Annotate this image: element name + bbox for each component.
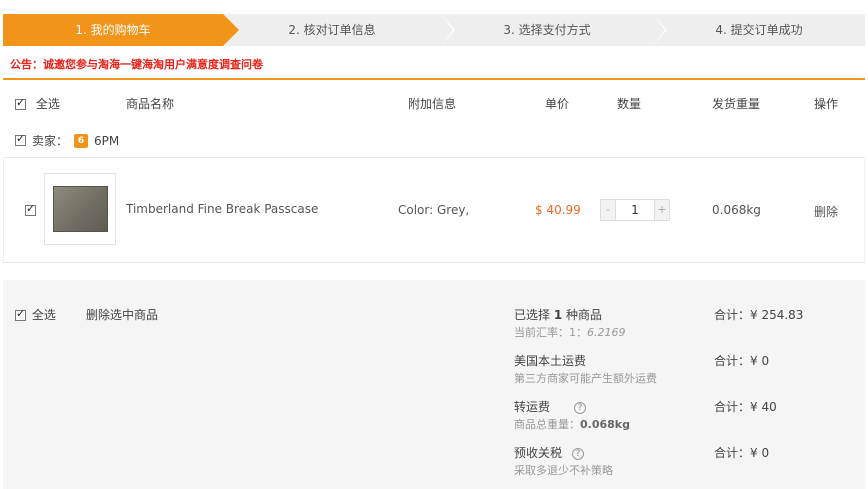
transfer-fee-label: 转运费? (514, 398, 587, 415)
col-qty: 数量 (617, 97, 642, 111)
seller-row: 卖家： 6 6PM (15, 132, 119, 149)
col-price: 单价 (545, 97, 570, 111)
tax-total: 合计：¥ 0 (714, 446, 770, 460)
notice-link[interactable]: 公告：诚邀您参与淘海一键海淘用户满意度调查问卷 (10, 56, 263, 72)
step-submit: 4. 提交订单成功 (653, 14, 865, 46)
checkout-steps: 1. 我的购物车 2. 核对订单信息 3. 选择支付方式 4. 提交订单成功 (3, 14, 865, 46)
selected-prefix: 已选择 (514, 308, 554, 322)
divider (3, 78, 865, 80)
exchange-rate-value: 6.2169 (587, 326, 626, 339)
goods-total: 合计：¥ 254.83 (714, 308, 804, 322)
selected-count-value: 1 (553, 308, 563, 322)
qty-input[interactable]: 1 (616, 199, 654, 221)
seller-logo: 6 (74, 133, 89, 148)
exchange-rate: 当前汇率：1：6.2169 (514, 324, 626, 340)
selected-suffix: 种商品 (562, 308, 603, 322)
transfer-fee-total: 合计：¥ 40 (714, 400, 777, 414)
qty-plus-button[interactable]: + (654, 199, 670, 221)
footer-select-all-label: 全选 (31, 308, 56, 322)
col-name: 商品名称 (126, 97, 175, 111)
footer-select-all-checkbox[interactable] (15, 307, 26, 321)
step-confirm-label: 2. 核对订单信息 (288, 23, 376, 37)
step-payment-label: 3. 选择支付方式 (503, 23, 591, 37)
tax-help-icon[interactable]: ? (572, 447, 585, 460)
select-all-header[interactable]: 全选 (15, 95, 60, 112)
us-shipping-label: 美国本土运费 (514, 354, 587, 368)
product-weight: 0.068kg (712, 203, 761, 217)
product-image[interactable] (44, 173, 116, 245)
total-weight: 商品总重量：0.068kg (514, 416, 630, 432)
col-action: 操作 (814, 97, 839, 111)
delete-selected-button[interactable]: 删除选中商品 (86, 306, 158, 323)
step-payment: 3. 选择支付方式 (441, 14, 667, 46)
qty-minus-button[interactable]: - (600, 199, 616, 221)
seller-checkbox[interactable] (15, 132, 26, 146)
col-extra: 附加信息 (408, 97, 457, 111)
footer-select-all[interactable]: 全选 (15, 306, 56, 323)
product-price: $ 40.99 (535, 203, 581, 217)
total-weight-label: 商品总重量： (514, 418, 580, 431)
exchange-rate-label: 当前汇率：1： (514, 326, 587, 339)
transfer-fee-text: 转运费 (514, 400, 551, 414)
step-cart: 1. 我的购物车 (3, 14, 239, 46)
us-shipping-note: 第三方商家可能产生额外运费 (514, 372, 657, 385)
tax-text: 预收关税 (514, 446, 563, 460)
step-cart-label: 1. 我的购物车 (75, 23, 151, 37)
select-all-label: 全选 (35, 97, 60, 111)
step-confirm-order: 2. 核对订单信息 (223, 14, 455, 46)
item-checkbox[interactable] (25, 202, 36, 216)
delete-button[interactable]: 删除 (814, 203, 838, 220)
wallet-image (53, 186, 108, 232)
product-name[interactable]: Timberland Fine Break Passcase (126, 202, 318, 216)
product-extra: Color: Grey, (398, 203, 470, 217)
tax-label: 预收关税? (514, 444, 585, 461)
quantity-stepper[interactable]: - 1 + (600, 199, 670, 221)
col-weight: 发货重量 (712, 97, 761, 111)
step-submit-label: 4. 提交订单成功 (715, 23, 803, 37)
us-shipping-total: 合计：¥ 0 (714, 354, 770, 368)
transfer-help-icon[interactable]: ? (574, 401, 587, 414)
selected-count: 已选择 1 种商品 (514, 306, 602, 323)
select-all-checkbox[interactable] (15, 96, 26, 110)
seller-label: 卖家： (32, 134, 69, 148)
total-weight-value: 0.068kg (580, 418, 630, 431)
tax-note: 采取多退少不补策略 (514, 464, 613, 477)
seller-name[interactable]: 6PM (94, 134, 119, 148)
